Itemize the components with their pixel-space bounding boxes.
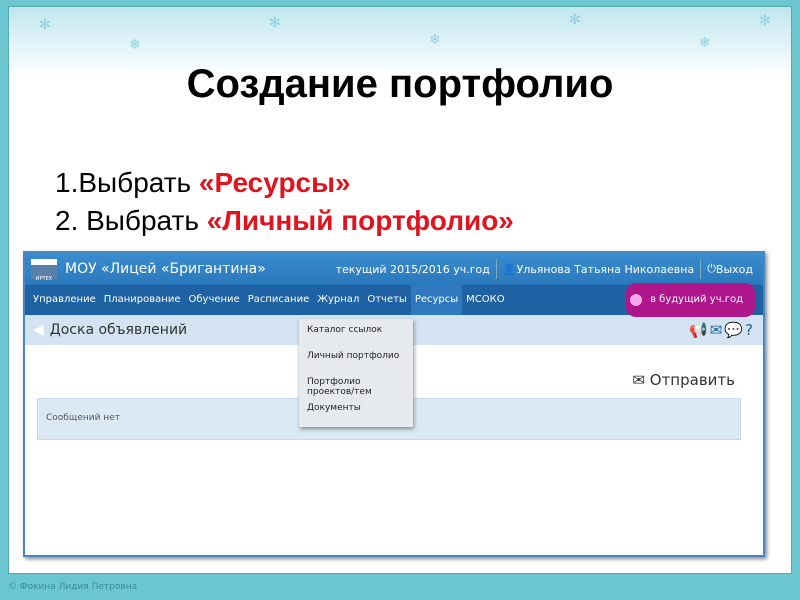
future-year-button[interactable]: в будущий уч.год <box>626 283 755 317</box>
megaphone-icon[interactable]: 📢 <box>689 321 710 339</box>
dropdown-item[interactable]: Каталог ссылок <box>299 319 413 345</box>
user-icon: 👤 <box>502 262 517 276</box>
power-icon: ⏻ <box>707 262 716 275</box>
back-icon[interactable]: ◀ <box>33 322 44 338</box>
envelope-icon: ✉ <box>632 371 645 389</box>
step-2: 2. Выбрать «Личный портфолио» <box>55 205 514 237</box>
future-year-label: в будущий уч.год <box>650 294 743 305</box>
footer-credit: © Фокина Лидия Петровна <box>8 582 138 592</box>
send-button[interactable]: ✉ Отправить <box>632 371 735 389</box>
slide: ✻ ❄ ✻ ❄ ✻ ❄ ✻ Создание портфолио 1.Выбрать «Ре… <box>8 6 792 574</box>
nav-item[interactable]: Расписание <box>244 285 314 315</box>
user-name[interactable]: Ульянова Татьяна Николаевна <box>517 263 695 276</box>
page-title: Доска объявлений <box>49 322 188 338</box>
current-year[interactable]: текущий 2015/2016 уч.год <box>336 263 490 276</box>
step-text: 1.Выбрать <box>55 167 199 198</box>
app-screenshot: ИРТЕХ МОУ «Лицей «Бригантина» текущий 20… <box>23 251 765 557</box>
nav-item[interactable]: Обучение <box>185 285 244 315</box>
dropdown-item[interactable]: Документы <box>299 397 413 423</box>
step-highlight: «Ресурсы» <box>198 167 351 198</box>
dropdown-item-personal-portfolio[interactable]: Личный портфолио <box>299 345 413 371</box>
help-icon[interactable]: ? <box>745 321 755 339</box>
send-label: Отправить <box>649 371 735 389</box>
step-text: 2. Выбрать <box>55 205 207 236</box>
logout-link[interactable]: Выход <box>716 263 753 276</box>
school-name: МОУ «Лицей «Бригантина» <box>65 261 266 277</box>
step-1: 1.Выбрать «Ресурсы» <box>55 167 351 199</box>
toolbar-icons: 📢✉💬? <box>689 321 755 339</box>
dropdown-item[interactable]: Портфолио проектов/тем <box>299 371 413 397</box>
main-nav: Управление Планирование Обучение Расписа… <box>25 283 763 317</box>
slide-title: Создание портфолио <box>186 62 614 106</box>
mail-icon[interactable]: ✉ <box>710 321 725 339</box>
toggle-dot-icon <box>630 294 643 306</box>
nav-item-resources[interactable]: Ресурсы <box>410 285 463 315</box>
resources-dropdown: Каталог ссылок Личный портфолио Портфоли… <box>299 319 413 427</box>
logo: ИРТЕХ <box>31 259 57 282</box>
chat-icon[interactable]: 💬 <box>724 321 745 339</box>
nav-item[interactable]: Управление <box>29 285 100 315</box>
nav-item[interactable]: Планирование <box>100 285 185 315</box>
nav-item[interactable]: Отчеты <box>363 285 410 315</box>
app-header: ИРТЕХ МОУ «Лицей «Бригантина» текущий 20… <box>25 253 763 285</box>
nav-item[interactable]: МСОКО <box>462 285 508 315</box>
step-highlight: «Личный портфолио» <box>206 205 514 236</box>
nav-item[interactable]: Журнал <box>313 285 363 315</box>
